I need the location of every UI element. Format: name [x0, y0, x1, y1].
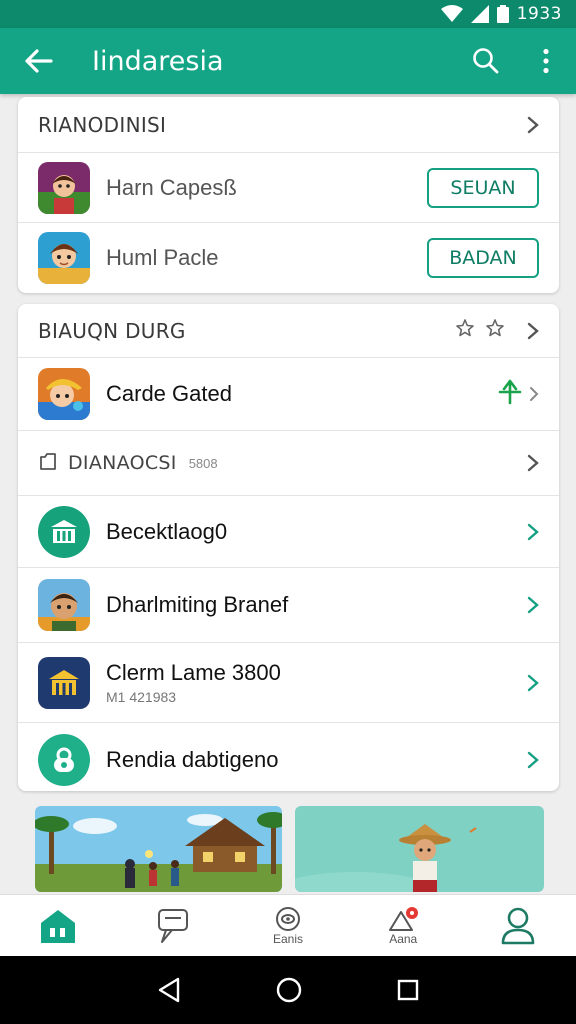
more-vert-icon	[543, 48, 549, 74]
section-header-1[interactable]: RIANODINISI	[18, 97, 559, 153]
lock-icon	[38, 734, 90, 786]
recents-square-icon[interactable]	[396, 978, 420, 1002]
list-item[interactable]: Becektlaog0	[18, 496, 559, 568]
bookmark-icon	[38, 451, 58, 476]
nav-label: Aana	[389, 931, 418, 946]
item-label: Carde Gated	[106, 381, 232, 406]
bottom-navigation: Eanis Aana	[0, 894, 576, 956]
status-bar: 1933	[0, 0, 576, 28]
nav-discover[interactable]: Eanis	[230, 895, 345, 956]
search-icon	[473, 48, 499, 74]
nav-alerts[interactable]: Aana	[346, 895, 461, 956]
item-subtitle: M1 421983	[106, 689, 177, 705]
subsection-header[interactable]: DIANAOCSI 5808	[18, 431, 559, 496]
app-bar: Iindaresia	[0, 28, 576, 94]
search-button[interactable]	[456, 47, 516, 75]
subsection-meta: 5808	[188, 455, 218, 471]
nav-chat[interactable]	[115, 895, 230, 956]
temple-icon	[38, 656, 90, 709]
chevron-right-icon	[519, 116, 539, 134]
item-label: Huml Pacle	[106, 245, 219, 270]
list-item[interactable]: Dharlmiting Branef	[18, 568, 559, 643]
action-button[interactable]: SEUAN	[427, 167, 539, 208]
action-button[interactable]: BADAN	[427, 238, 539, 278]
battery-icon	[496, 5, 509, 23]
arrow-left-icon	[25, 49, 53, 73]
bank-icon	[38, 505, 90, 558]
bell-icon	[389, 906, 419, 931]
section-title: BIAUQN DURG	[38, 318, 186, 343]
nav-profile[interactable]	[461, 895, 576, 956]
list-item[interactable]: Clerm Lame 3800 M1 421983	[18, 643, 559, 723]
item-label: Clerm Lame 3800	[106, 660, 281, 685]
status-time: 1933	[516, 4, 562, 24]
more-options-button[interactable]	[516, 48, 576, 74]
list-item[interactable]: Harn Capesß SEUAN	[18, 153, 559, 223]
chevron-right-icon	[519, 454, 539, 472]
item-label: Harn Capesß	[106, 174, 237, 200]
promo-banner-character[interactable]	[295, 806, 544, 892]
chevron-right-icon	[519, 322, 539, 340]
section-card-2: BIAUQN DURG Carde Gated DIANAOCSI 5808 B…	[18, 304, 559, 791]
chevron-right-icon	[527, 386, 539, 402]
eye-icon	[276, 906, 300, 931]
item-label: Becektlaog0	[106, 518, 228, 544]
nav-label: Eanis	[272, 931, 304, 946]
game-app-icon	[38, 232, 90, 284]
game-app-icon	[38, 368, 90, 420]
featured-item[interactable]: Carde Gated	[18, 358, 559, 431]
star-icon[interactable]	[485, 318, 505, 343]
chevron-right-icon	[519, 674, 539, 692]
wifi-icon	[440, 5, 463, 22]
chevron-right-icon	[519, 523, 539, 541]
home-icon	[40, 909, 75, 943]
plant-icon	[497, 379, 523, 410]
system-navigation-bar	[0, 956, 576, 1024]
item-label: Dharlmiting Branef	[106, 592, 289, 617]
list-item[interactable]: Huml Pacle BADAN	[18, 223, 559, 293]
item-label: Rendia dabtigeno	[106, 747, 279, 772]
list-item[interactable]: Rendia dabtigeno	[18, 723, 559, 791]
back-button[interactable]	[0, 48, 76, 74]
page-title: Iindaresia	[92, 45, 224, 77]
promo-banner-village[interactable]	[35, 806, 282, 892]
subsection-title: DIANAOCSI	[68, 452, 177, 474]
chevron-right-icon	[519, 596, 539, 614]
section-title: RIANODINISI	[38, 112, 167, 137]
chat-icon	[157, 908, 188, 943]
signal-icon	[470, 5, 489, 23]
nav-home[interactable]	[0, 895, 115, 956]
section-header-2[interactable]: BIAUQN DURG	[18, 304, 559, 358]
chevron-right-icon	[519, 751, 539, 769]
star-icon[interactable]	[455, 318, 475, 343]
back-triangle-icon[interactable]	[156, 976, 182, 1004]
game-app-icon	[38, 161, 90, 214]
home-circle-icon[interactable]	[275, 976, 303, 1004]
game-app-icon	[38, 579, 90, 631]
section-card-1: RIANODINISI Harn Capesß SEUAN Huml Pacle…	[18, 97, 559, 293]
profile-icon	[502, 907, 535, 944]
